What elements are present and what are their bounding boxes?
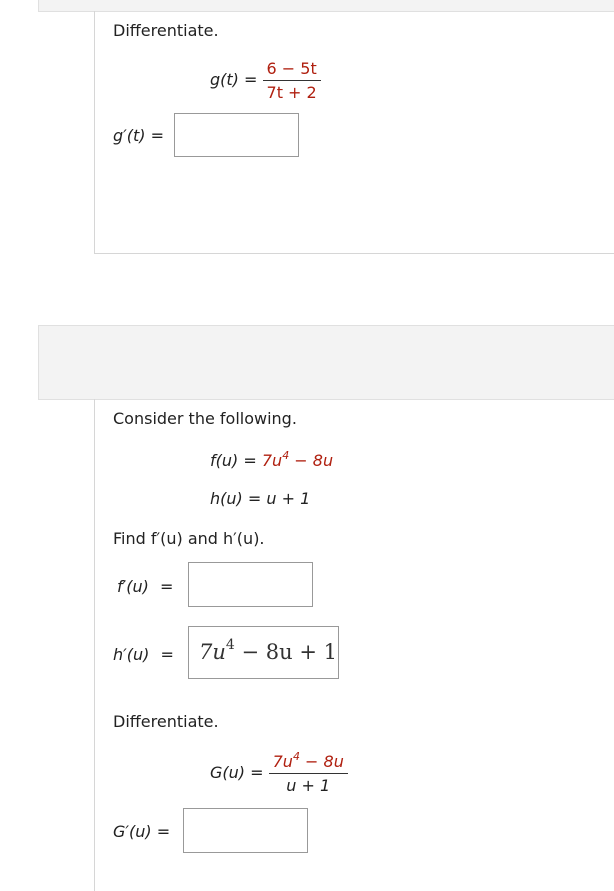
intro-text: Consider the following. bbox=[113, 409, 297, 428]
G-function-equation: G(u) = 7u4 − 8u u + 1 bbox=[210, 750, 348, 795]
fprime-label-text: f′(u) bbox=[117, 577, 149, 596]
hprime-rest: − 8u + 1 bbox=[234, 640, 337, 664]
find-instruction: Find f′(u) and h′(u). bbox=[113, 529, 265, 548]
h-rhs: u + 1 bbox=[266, 489, 311, 508]
hprime-label-text: h′(u) bbox=[113, 645, 150, 664]
G-denominator: u + 1 bbox=[286, 776, 331, 795]
gprime-answer-input[interactable] bbox=[174, 113, 299, 157]
G-num-exp: 4 bbox=[292, 750, 300, 763]
G-numerator: 7u4 − 8u bbox=[268, 750, 348, 774]
f-rhs: 7u4 − 8u bbox=[261, 450, 334, 470]
g-function-equation: g(t) = 6 − 5t 7t + 2 bbox=[210, 59, 321, 102]
Gprime-label-text: G′(u) bbox=[113, 822, 152, 841]
G-lhs: G(u) bbox=[210, 763, 246, 782]
g-fraction: 6 − 5t 7t + 2 bbox=[262, 59, 321, 102]
equals-sign: = bbox=[243, 451, 257, 470]
gprime-label-text: g′(t) bbox=[113, 126, 146, 145]
hprime-answer-input[interactable]: 7u4 − 8u + 1 bbox=[188, 626, 339, 679]
f-rhs-coef: 7u bbox=[261, 451, 283, 470]
instruction-text: Differentiate. bbox=[113, 21, 219, 40]
g-numerator: 6 − 5t bbox=[262, 59, 321, 81]
hprime-label: h′(u) = bbox=[113, 645, 174, 664]
G-num-coef: 7u bbox=[272, 752, 293, 771]
equals-sign: = bbox=[159, 577, 174, 596]
gprime-label: g′(t) = bbox=[113, 126, 164, 145]
question-card-1 bbox=[94, 11, 614, 254]
hprime-answer-value: 7u4 − 8u + 1 bbox=[199, 637, 337, 664]
instruction-text-2: Differentiate. bbox=[113, 712, 219, 731]
equals-sign: = bbox=[160, 645, 174, 664]
equals-sign: = bbox=[150, 126, 165, 145]
Gprime-answer-input[interactable] bbox=[183, 808, 308, 853]
equals-sign: = bbox=[244, 70, 258, 89]
h-lhs: h(u) bbox=[210, 489, 243, 508]
f-lhs: f(u) bbox=[210, 451, 239, 470]
question-header-band bbox=[38, 325, 614, 400]
hprime-coef: 7u bbox=[199, 640, 226, 664]
G-fraction: 7u4 − 8u u + 1 bbox=[268, 750, 348, 795]
h-function-equation: h(u) = u + 1 bbox=[210, 489, 310, 508]
g-denominator: 7t + 2 bbox=[266, 83, 317, 102]
g-lhs: g(t) bbox=[210, 70, 239, 89]
Gprime-label: G′(u) = bbox=[113, 822, 170, 841]
G-num-rest: − 8u bbox=[299, 752, 344, 771]
fprime-answer-input[interactable] bbox=[188, 562, 313, 607]
equals-sign: = bbox=[156, 822, 171, 841]
f-rhs-rest: − 8u bbox=[289, 451, 334, 470]
f-function-equation: f(u) = 7u4 − 8u bbox=[210, 450, 334, 470]
fprime-label: f′(u) = bbox=[117, 577, 173, 596]
question-card-2-border bbox=[94, 399, 95, 891]
hprime-exp: 4 bbox=[225, 637, 235, 653]
equals-sign: = bbox=[250, 763, 264, 782]
equals-sign: = bbox=[247, 489, 262, 508]
